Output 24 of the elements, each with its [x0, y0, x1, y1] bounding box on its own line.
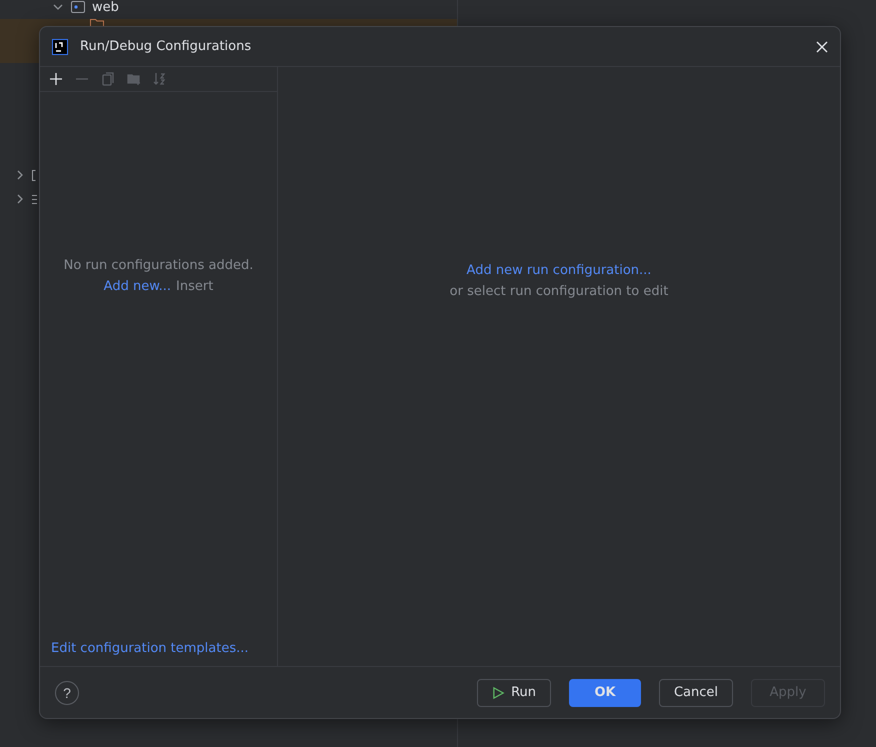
dialog-button[interactable]: OK — [569, 678, 641, 706]
list-icon — [32, 194, 37, 204]
close-icon[interactable] — [816, 40, 828, 52]
add-new-link[interactable]: Add new... — [104, 279, 172, 294]
help-button[interactable]: ? — [55, 680, 79, 704]
folder-plus-icon — [127, 72, 141, 86]
edit-hint: or select run configuration to edit — [450, 284, 668, 299]
plus-icon — [49, 72, 63, 86]
templates-link[interactable]: Edit configuration templates... — [51, 641, 249, 656]
folder-icon — [90, 19, 106, 27]
app-logo-icon — [52, 38, 68, 54]
module-icon — [70, 0, 86, 15]
empty-message: No run configurations added. — [64, 258, 254, 273]
add-configuration-link[interactable]: Add new run configuration... — [466, 263, 652, 278]
tree-row[interactable]: web — [0, 0, 457, 19]
dialog-title: Run/Debug Configurations — [80, 39, 252, 54]
shortcut-hint: Insert — [176, 279, 214, 294]
copy-icon — [101, 72, 115, 86]
tree-label: web — [92, 0, 119, 14]
dialog-button[interactable]: Run — [477, 678, 551, 706]
sort-icon — [153, 72, 167, 86]
play-icon — [492, 686, 506, 700]
dialog-button[interactable]: Cancel — [659, 678, 733, 706]
bracket-icon — [32, 170, 36, 180]
